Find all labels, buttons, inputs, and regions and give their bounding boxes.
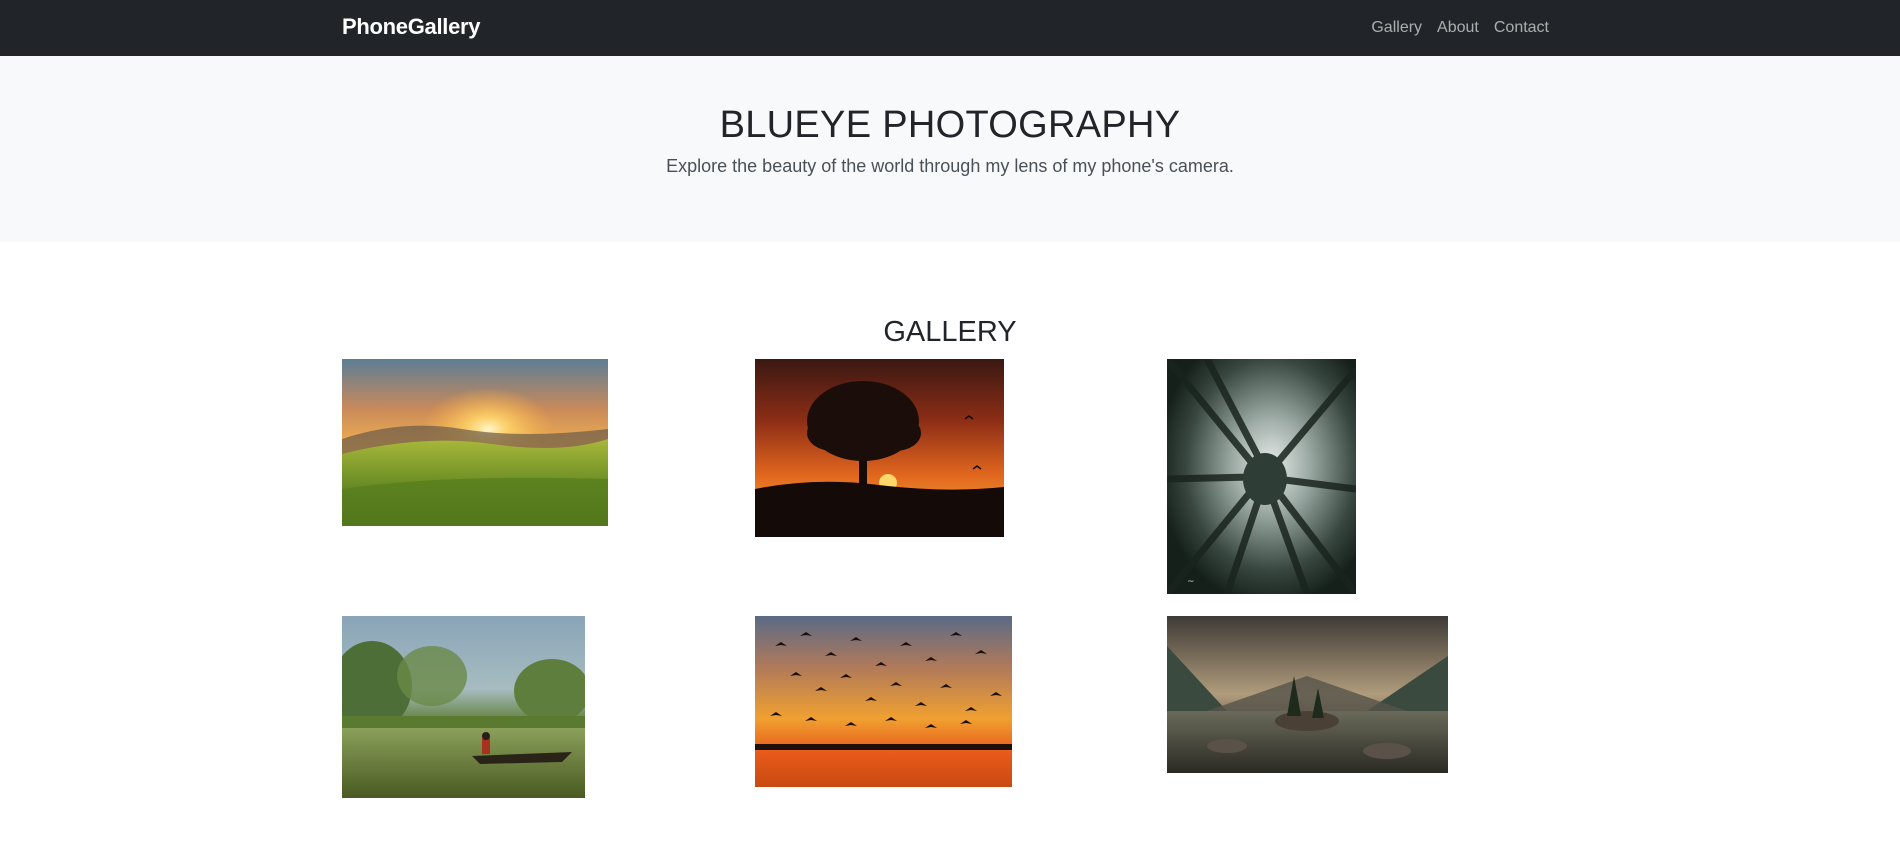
nav-links: Gallery About Contact: [1371, 19, 1549, 37]
gallery-photo-tree-silhouette[interactable]: [755, 359, 1004, 537]
hero-section: BLUEYE PHOTOGRAPHY Explore the beauty of…: [0, 56, 1900, 242]
gallery-title: GALLERY: [883, 316, 1017, 348]
hero-subtitle: Explore the beauty of the world through …: [666, 156, 1234, 176]
tree-silhouette-image: [755, 359, 1004, 537]
mountain-lake-image: [1167, 616, 1448, 773]
nav-link-gallery[interactable]: Gallery: [1371, 19, 1422, 37]
hero-title: BLUEYE PHOTOGRAPHY: [719, 104, 1181, 146]
gallery-photo-birds-sunset[interactable]: [755, 616, 1012, 787]
pine-forest-image: ~: [1167, 359, 1356, 594]
hillside-sunset-image: [342, 359, 608, 526]
gallery-photo-hillside-sunset[interactable]: [342, 359, 608, 526]
nav-link-contact[interactable]: Contact: [1494, 19, 1549, 37]
birds-sunset-image: [755, 616, 1012, 787]
gallery-photo-canoe-river[interactable]: [342, 616, 585, 798]
nav-link-about[interactable]: About: [1437, 19, 1479, 37]
brand-logo[interactable]: PhoneGallery: [342, 14, 481, 40]
gallery-photo-pine-forest[interactable]: ~: [1167, 359, 1356, 594]
canoe-river-image: [342, 616, 585, 798]
gallery-photo-mountain-lake[interactable]: [1167, 616, 1448, 773]
svg-text:~: ~: [1187, 577, 1195, 587]
navbar: PhoneGallery Gallery About Contact: [0, 0, 1900, 56]
